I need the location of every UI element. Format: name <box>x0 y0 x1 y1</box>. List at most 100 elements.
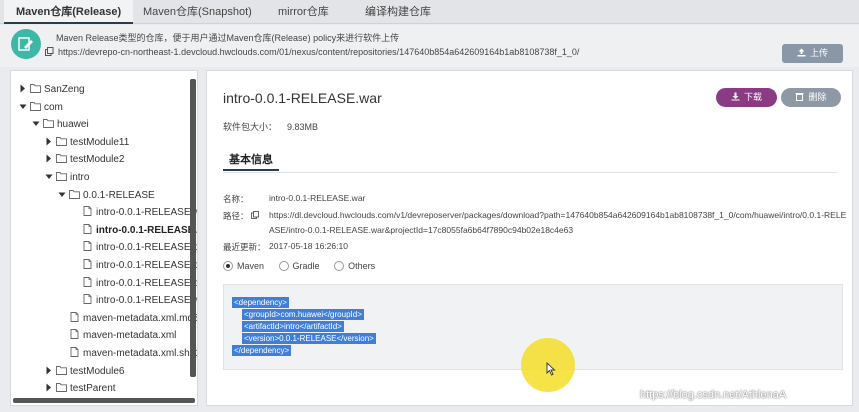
watermark: https://blog.csdn.net/AthlenaA <box>640 389 787 401</box>
radio-others[interactable]: Others <box>334 261 375 271</box>
upload-button[interactable]: 上传 <box>782 44 843 63</box>
tab-mirror[interactable]: mirror仓库 <box>278 0 329 24</box>
tree-item[interactable]: intro-0.0.1-RELEASE.war.sha1 <box>71 292 198 309</box>
copy-path-icon[interactable] <box>251 211 259 219</box>
tree-item[interactable]: maven-metadata.xml.md5 <box>58 310 198 327</box>
upload-icon <box>797 48 806 57</box>
tree-vertical-scrollbar[interactable] <box>190 79 196 377</box>
chevron-down-icon[interactable] <box>45 172 53 181</box>
package-title: intro-0.0.1-RELEASE.war <box>223 90 382 106</box>
delete-label: 删除 <box>808 92 827 102</box>
package-size-row: 软件包大小： 9.83MB <box>223 120 318 133</box>
radio-label: Gradle <box>292 261 320 271</box>
file-icon <box>83 206 92 217</box>
tree-item[interactable]: intro <box>45 169 89 186</box>
tree-item-label: intro-0.0.1-RELEASE.pom <box>96 242 197 254</box>
file-icon <box>70 329 79 340</box>
tree-item[interactable]: intro-0.0.1-RELEASE.pom.sha1 <box>71 275 198 292</box>
code-line: <artifactId>intro</artifactId> <box>242 321 344 332</box>
tree-item[interactable]: intro-0.0.1-RELEASE.pom <box>71 239 197 256</box>
tab-basic-info[interactable]: 基本信息 <box>223 151 279 171</box>
radio-label: Maven <box>237 261 265 271</box>
tree-item-label: testParent <box>70 383 116 395</box>
file-icon <box>83 259 92 269</box>
tree-item-label: testModule6 <box>70 365 125 377</box>
tree-item[interactable]: maven-metadata.xml <box>58 327 176 344</box>
tree-item-label: intro <box>70 172 90 183</box>
tree-item-label: maven-metadata.xml.sha1 <box>83 348 198 359</box>
repository-description: Maven Release类型的仓库，便于用户通过Maven仓库(Release… <box>56 33 400 43</box>
build-tool-selector: Maven Gradle Others <box>223 261 387 271</box>
tree-item[interactable]: maven-metadata.xml.sha1 <box>58 345 198 362</box>
file-icon <box>83 294 92 305</box>
chevron-down-icon[interactable] <box>32 119 40 128</box>
radio-dot <box>334 261 345 271</box>
tree-item-label: maven-metadata.xml.md5 <box>83 312 198 324</box>
chevron-right-icon[interactable] <box>45 137 53 146</box>
chevron-right-icon[interactable] <box>45 366 53 375</box>
tree-item[interactable]: testModule2 <box>45 151 124 168</box>
radio-maven[interactable]: Maven <box>223 261 264 271</box>
radio-gradle[interactable]: Gradle <box>278 261 320 271</box>
tree-item-label: intro-0.0.1-RELEASE.war <box>96 224 197 236</box>
tree-item-label: 0.0.1-RELEASE <box>83 189 155 201</box>
tree-item-label: intro-0.0.1-RELEASE.pom.md5 <box>96 260 197 271</box>
repository-tabbar: Maven仓库(Release) Maven仓库(Snapshot) mirro… <box>0 0 859 24</box>
tab-maven-release[interactable]: Maven仓库(Release) <box>4 0 134 24</box>
path-value-line2[interactable]: ASE/intro-0.0.1-RELEASE.war&projectId=17… <box>269 225 573 235</box>
chevron-down-icon[interactable] <box>19 102 27 111</box>
name-label: 名称： <box>223 194 249 204</box>
section-divider <box>223 172 837 173</box>
tree-item-label: maven-metadata.xml <box>83 330 177 342</box>
package-size-label: 软件包大小： <box>223 122 278 132</box>
tree-item[interactable]: 0.0.1-RELEASE <box>58 187 155 204</box>
folder-icon <box>56 383 67 393</box>
download-button[interactable]: 下载 <box>716 88 777 107</box>
package-size-value: 9.83MB <box>287 122 319 132</box>
upload-label: 上传 <box>809 48 828 58</box>
chevron-down-icon[interactable] <box>58 190 66 199</box>
folder-icon <box>43 119 54 129</box>
tree-item[interactable]: testModule11 <box>45 134 129 151</box>
repository-edit-icon <box>11 29 41 59</box>
tree-horizontal-scrollbar[interactable] <box>13 398 195 403</box>
tree-item[interactable]: intro-0.0.1-RELEASE.pom.md5 <box>71 257 197 274</box>
tree-item-label: com <box>44 101 63 113</box>
tab-maven-snapshot[interactable]: Maven仓库(Snapshot) <box>143 0 252 24</box>
tree-item-label: intro-0.0.1-RELEASE.pom.sha1 <box>96 277 198 289</box>
tree-item-label: intro-0.0.1-RELEASE.war.md5 <box>96 207 197 219</box>
trash-icon <box>795 93 804 101</box>
tree-item-label: testModule2 <box>70 154 125 166</box>
folder-icon <box>69 189 80 199</box>
chevron-right-icon[interactable] <box>45 383 53 392</box>
copy-icon[interactable] <box>45 47 54 56</box>
tree-item[interactable]: com <box>19 99 63 116</box>
tree-item-label: intro-0.0.1-RELEASE.war.sha1 <box>96 295 198 307</box>
folder-icon <box>30 101 41 111</box>
code-line: <version>0.0.1-RELEASE</version> <box>242 333 376 344</box>
folder-icon <box>30 84 41 93</box>
updated-value: 2017-05-18 16:26:10 <box>269 241 348 251</box>
tree-item-label: SanZeng <box>44 84 85 95</box>
tab-build-repo[interactable]: 编译构建仓库 <box>365 0 431 24</box>
tree-item[interactable]: huawei <box>32 116 89 133</box>
chevron-right-icon[interactable] <box>45 154 53 163</box>
radio-dot <box>278 261 289 271</box>
chevron-right-icon[interactable] <box>19 84 27 93</box>
repository-url[interactable]: https://devrepo-cn-northeast-1.devcloud.… <box>58 47 579 57</box>
tree-item[interactable]: intro-0.0.1-RELEASE.war <box>71 222 197 239</box>
repository-url-row: https://devrepo-cn-northeast-1.devcloud.… <box>45 47 579 57</box>
file-icon <box>70 311 79 322</box>
download-label: 下载 <box>743 92 762 102</box>
file-icon <box>70 347 79 357</box>
tree-item[interactable]: testModule6 <box>45 363 124 380</box>
folder-icon <box>56 154 67 164</box>
tree-item[interactable]: SanZeng <box>19 81 85 98</box>
radio-label: Others <box>348 261 376 271</box>
delete-button[interactable]: 删除 <box>781 88 841 107</box>
download-icon <box>731 92 740 101</box>
radio-dot <box>223 261 233 271</box>
tree-item[interactable]: testParent <box>45 380 116 397</box>
tree-item[interactable]: intro-0.0.1-RELEASE.war.md5 <box>71 204 197 221</box>
path-value-line1[interactable]: https://dl.devcloud.hwclouds.com/v1/devr… <box>269 210 846 220</box>
